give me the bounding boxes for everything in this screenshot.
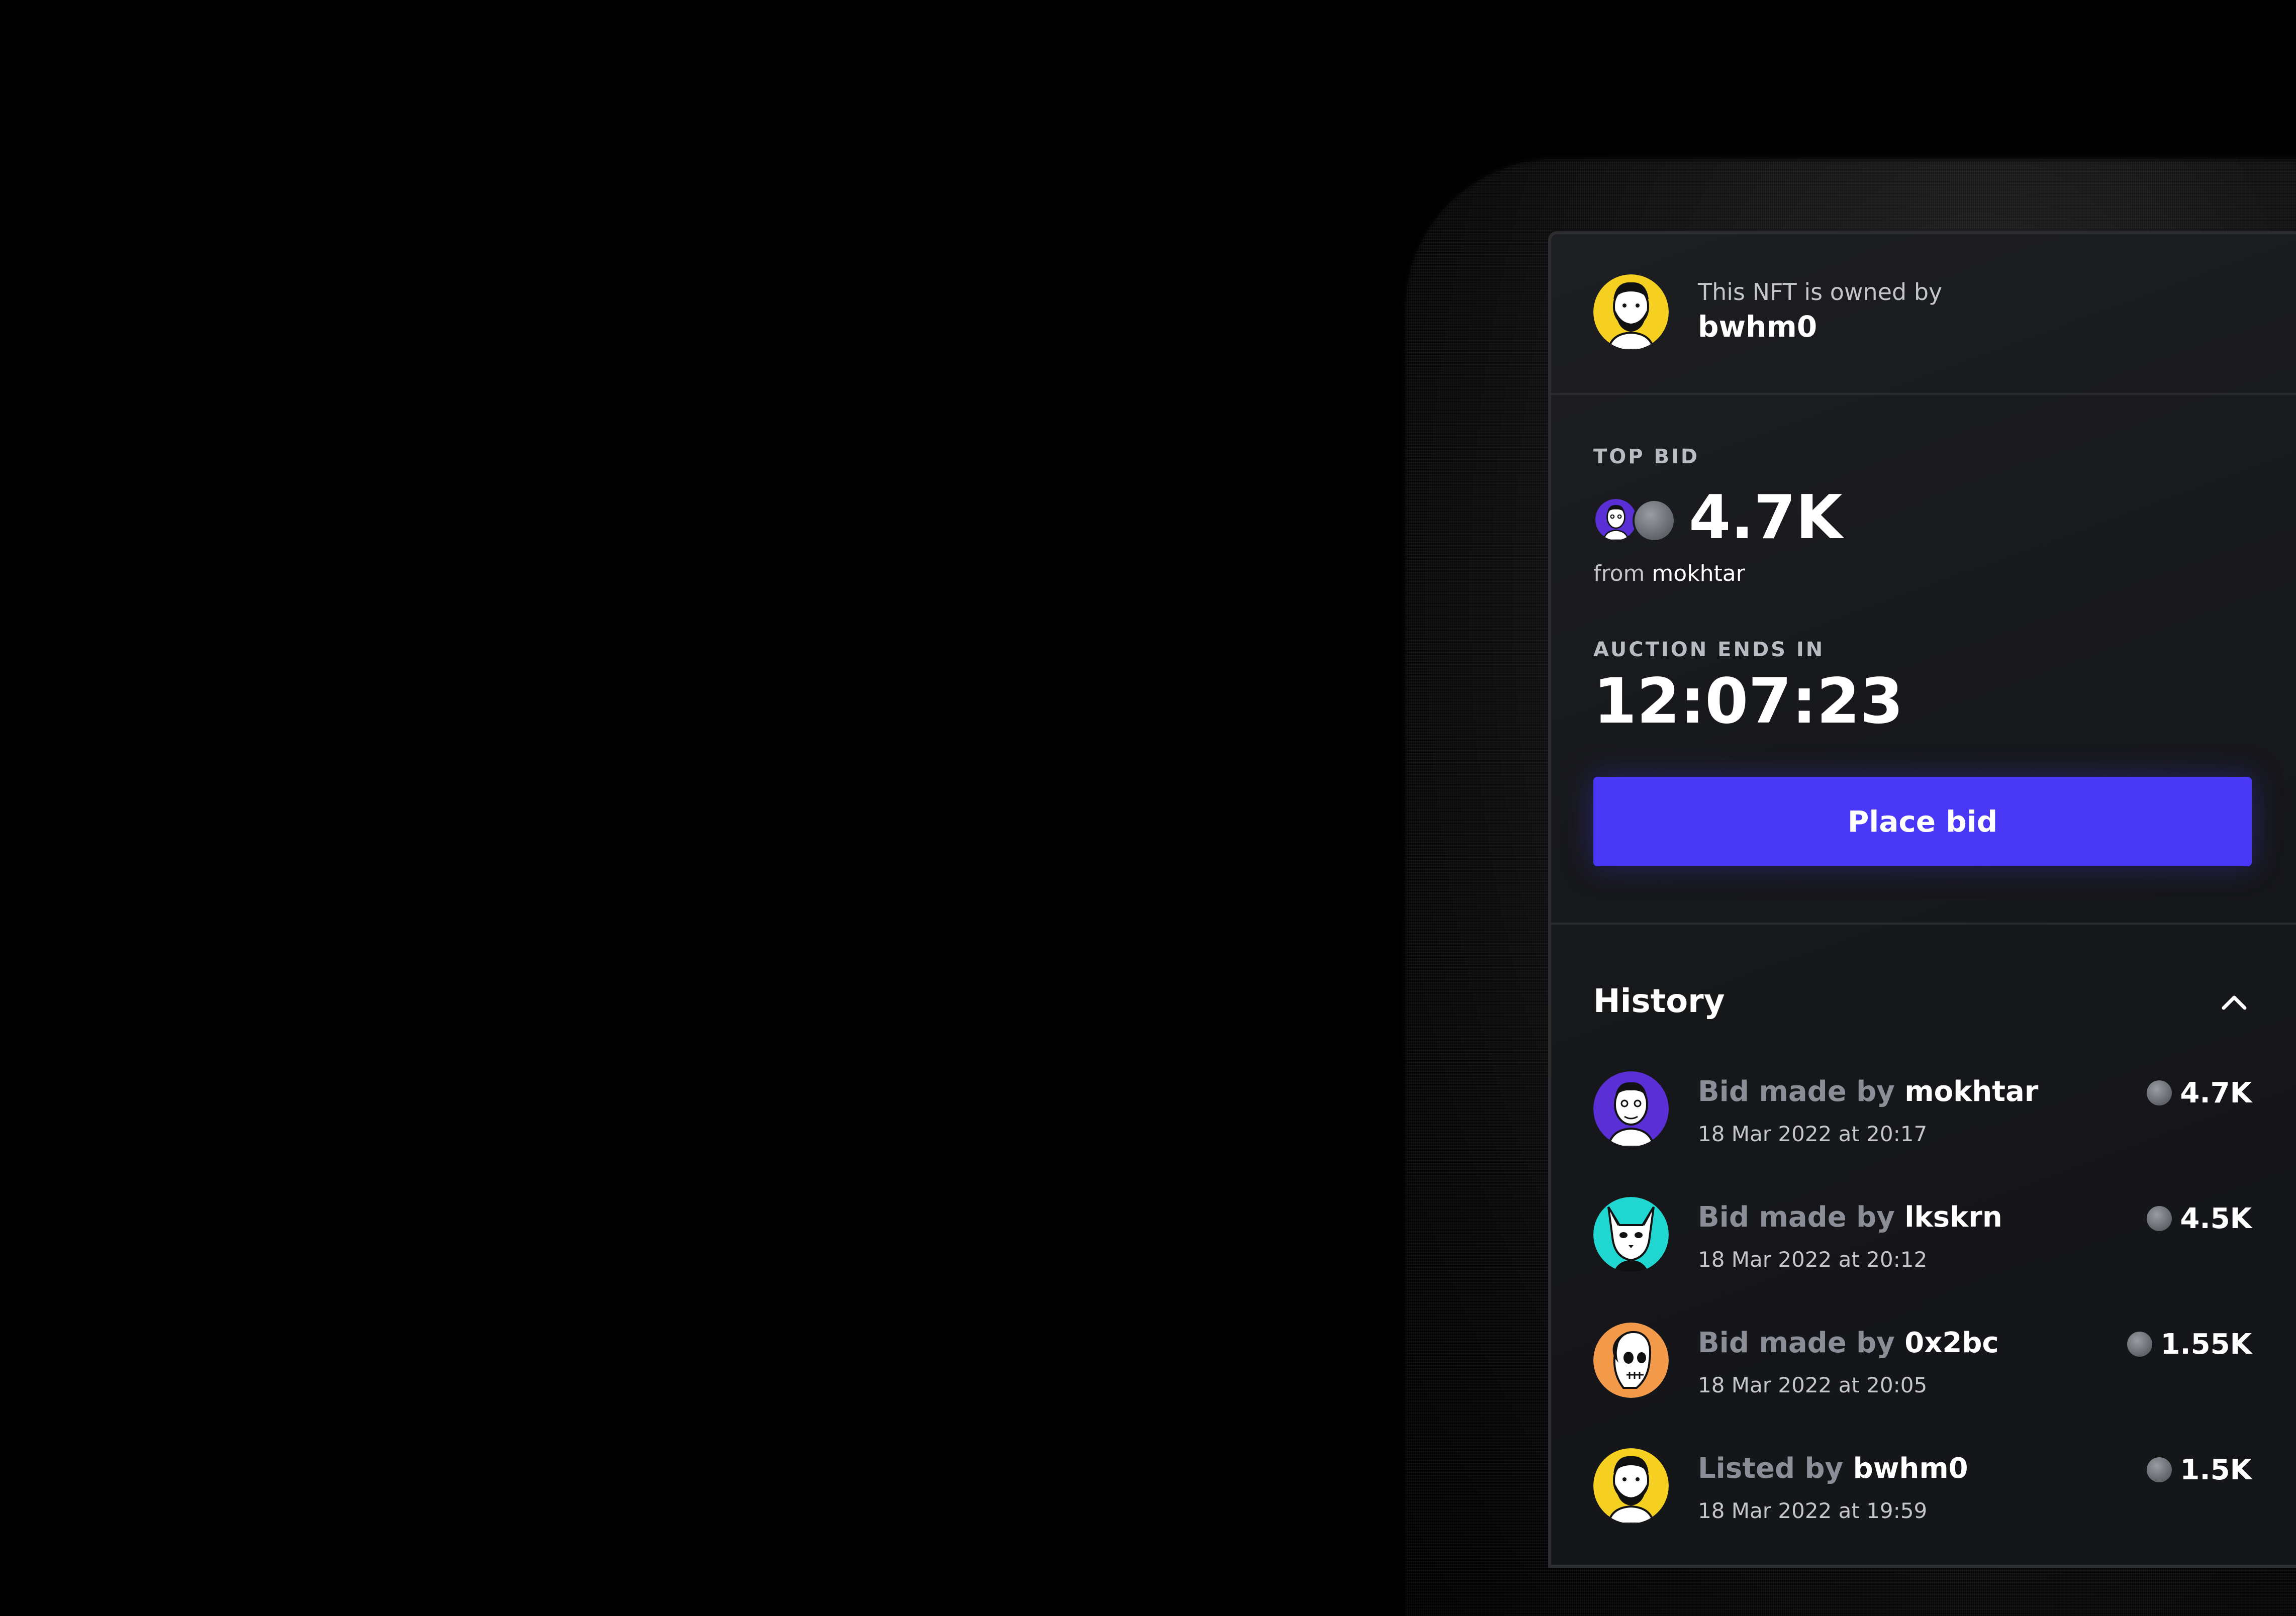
history-action-text: Listed by <box>1698 1452 1844 1485</box>
history-amount-value: 1.5K <box>2180 1453 2252 1486</box>
history-item: Bid made by 0x2bc 18 Mar 2022 at 20:05 1… <box>1593 1323 2252 1418</box>
history-amount: 4.5K <box>2147 1201 2252 1236</box>
chevron-up-icon[interactable] <box>2217 985 2252 1020</box>
owner-avatar[interactable] <box>1593 274 1669 350</box>
divider <box>1551 393 2296 395</box>
history-action-text: Bid made by <box>1698 1201 1895 1234</box>
history-action-text: Bid made by <box>1698 1075 1895 1108</box>
history-amount-value: 4.5K <box>2180 1202 2252 1235</box>
history-date: 18 Mar 2022 at 20:05 <box>1698 1373 1928 1397</box>
history-action: Bid made by lkskrn <box>1698 1201 2002 1234</box>
history-amount-value: 1.55K <box>2160 1328 2252 1361</box>
from-prefix: from <box>1593 561 1645 586</box>
history-header[interactable]: History <box>1593 978 2252 1028</box>
top-bid-row: 4.7K <box>1593 488 2196 548</box>
history-item: Bid made by mokhtar 18 Mar 2022 at 20:17… <box>1593 1071 2252 1167</box>
history-avatar[interactable] <box>1593 1448 1669 1524</box>
divider <box>1551 923 2296 925</box>
skull-portrait-icon <box>1593 1323 1669 1398</box>
man-portrait-icon <box>1593 1071 1669 1147</box>
coin-icon <box>2127 1332 2153 1357</box>
auction-card: This NFT is owned by bwhm0 TOP BID 4.7K … <box>1548 231 2296 1568</box>
history-user-name[interactable]: lkskrn <box>1904 1201 2002 1234</box>
history-user-name[interactable]: mokhtar <box>1904 1075 2038 1108</box>
history-user-name[interactable]: 0x2bc <box>1904 1327 1998 1359</box>
coin-icon <box>2147 1206 2172 1231</box>
top-bid-value: 4.7K <box>1689 483 1843 553</box>
top-bid-from: from mokhtar <box>1593 561 1745 586</box>
history-avatar[interactable] <box>1593 1197 1669 1272</box>
history-date: 18 Mar 2022 at 19:59 <box>1698 1498 1928 1523</box>
history-amount: 4.7K <box>2147 1075 2252 1110</box>
top-bidder-avatar[interactable] <box>1593 497 1639 542</box>
history-action: Listed by bwhm0 <box>1698 1452 1968 1485</box>
man-portrait-icon <box>1595 499 1637 540</box>
history-action-text: Bid made by <box>1698 1327 1895 1359</box>
auction-countdown: 12:07:23 <box>1593 665 1903 738</box>
place-bid-button[interactable]: Place bid <box>1593 777 2252 866</box>
history-amount: 1.55K <box>2127 1327 2252 1362</box>
history-avatar[interactable] <box>1593 1323 1669 1398</box>
coin-icon <box>2147 1080 2172 1105</box>
history-amount-value: 4.7K <box>2180 1076 2252 1109</box>
bearded-man-portrait-icon <box>1593 1448 1669 1524</box>
top-bid-label: TOP BID <box>1593 445 1700 468</box>
history-item: Bid made by lkskrn 18 Mar 2022 at 20:12 … <box>1593 1197 2252 1292</box>
owner-label: This NFT is owned by <box>1698 278 1943 306</box>
history-action: Bid made by 0x2bc <box>1698 1327 1999 1359</box>
cat-portrait-icon <box>1593 1197 1669 1272</box>
coin-icon <box>2147 1457 2172 1482</box>
owner-section: This NFT is owned by bwhm0 <box>1593 274 2296 355</box>
history-amount: 1.5K <box>2147 1452 2252 1487</box>
history-item: Listed by bwhm0 18 Mar 2022 at 19:59 1.5… <box>1593 1448 2252 1544</box>
history-user-name[interactable]: bwhm0 <box>1853 1452 1968 1485</box>
history-avatar[interactable] <box>1593 1071 1669 1147</box>
owner-name[interactable]: bwhm0 <box>1698 310 1817 344</box>
history-date: 18 Mar 2022 at 20:12 <box>1698 1247 1928 1272</box>
history-date: 18 Mar 2022 at 20:17 <box>1698 1122 1928 1146</box>
top-bidder-name[interactable]: mokhtar <box>1652 561 1745 586</box>
auction-ends-label: AUCTION ENDS IN <box>1593 638 1825 661</box>
coin-icon <box>1633 499 1676 542</box>
history-title: History <box>1593 983 1725 1020</box>
bearded-man-portrait-icon <box>1593 274 1669 350</box>
history-action: Bid made by mokhtar <box>1698 1075 2038 1108</box>
